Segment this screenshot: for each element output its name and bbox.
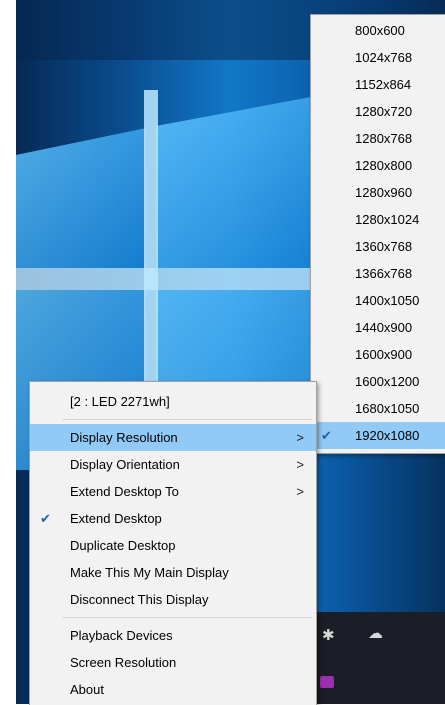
- resolution-option[interactable]: 800x600: [311, 17, 445, 44]
- menu-item-extend-desktop-to[interactable]: Extend Desktop To >: [30, 478, 316, 505]
- resolution-submenu: 800x600 1024x768 1152x864 1280x720 1280x768 1…: [310, 14, 445, 454]
- resolution-option-label: 1366x768: [355, 266, 413, 281]
- menu-item-about[interactable]: About: [30, 676, 316, 703]
- resolution-option[interactable]: 1360x768: [311, 233, 445, 260]
- checkmark-icon: ✔: [40, 511, 51, 526]
- menu-item-screen-resolution[interactable]: Screen Resolution: [30, 649, 316, 676]
- resolution-option-label: 1600x900: [355, 347, 413, 362]
- chevron-right-icon: >: [296, 457, 304, 472]
- resolution-option[interactable]: ✔ 1920x1080: [311, 422, 445, 449]
- checkmark-icon: ✔: [321, 428, 332, 443]
- menu-item-make-main-display[interactable]: Make This My Main Display: [30, 559, 316, 586]
- menu-item-label: Disconnect This Display: [70, 592, 209, 607]
- resolution-option-label: 1400x1050: [355, 293, 420, 308]
- display-header-label: [2 : LED 2271wh]: [70, 394, 170, 409]
- resolution-option-label: 1360x768: [355, 239, 413, 254]
- bluetooth-icon[interactable]: ✱: [322, 626, 335, 644]
- menu-item-playback-devices[interactable]: Playback Devices: [30, 622, 316, 649]
- usb-device-icon[interactable]: [320, 676, 334, 688]
- onedrive-cloud-icon[interactable]: ☁: [368, 624, 383, 642]
- resolution-option[interactable]: 1680x1050: [311, 395, 445, 422]
- resolution-option[interactable]: 1024x768: [311, 44, 445, 71]
- display-context-menu: [2 : LED 2271wh] Display Resolution > Di…: [29, 381, 317, 705]
- resolution-option-label: 1280x800: [355, 158, 413, 173]
- resolution-option-label: 1280x1024: [355, 212, 420, 227]
- menu-item-label: Display Resolution: [70, 430, 178, 445]
- menu-item-extend-desktop[interactable]: ✔ Extend Desktop: [30, 505, 316, 532]
- resolution-option-label: 1280x960: [355, 185, 413, 200]
- chevron-right-icon: >: [296, 430, 304, 445]
- menu-item-label: Playback Devices: [70, 628, 173, 643]
- menu-item-label: Screen Resolution: [70, 655, 177, 670]
- resolution-option[interactable]: 1280x800: [311, 152, 445, 179]
- resolution-option-label: 1600x1200: [355, 374, 420, 389]
- menu-item-label: Display Orientation: [70, 457, 180, 472]
- resolution-option[interactable]: 1280x768: [311, 125, 445, 152]
- resolution-option[interactable]: 1280x960: [311, 179, 445, 206]
- resolution-option[interactable]: 1366x768: [311, 260, 445, 287]
- resolution-option-label: 1152x864: [355, 77, 412, 92]
- resolution-option[interactable]: 1600x900: [311, 341, 445, 368]
- menu-item-display-resolution[interactable]: Display Resolution >: [30, 424, 316, 451]
- menu-item-label: Duplicate Desktop: [70, 538, 176, 553]
- menu-item-disconnect-display[interactable]: Disconnect This Display: [30, 586, 316, 613]
- taskbar-tray: ✱ ☁: [316, 612, 445, 704]
- resolution-option-label: 1440x900: [355, 320, 413, 335]
- menu-item-duplicate-desktop[interactable]: Duplicate Desktop: [30, 532, 316, 559]
- resolution-option[interactable]: 1280x720: [311, 98, 445, 125]
- resolution-option-label: 1680x1050: [355, 401, 420, 416]
- resolution-option-label: 1280x720: [355, 104, 413, 119]
- resolution-option[interactable]: 1280x1024: [311, 206, 445, 233]
- chevron-right-icon: >: [296, 484, 304, 499]
- resolution-option-label: 1920x1080: [355, 428, 420, 443]
- menu-separator: [62, 419, 312, 420]
- menu-item-display-orientation[interactable]: Display Orientation >: [30, 451, 316, 478]
- menu-item-label: About: [70, 682, 104, 697]
- resolution-option-label: 800x600: [355, 23, 405, 38]
- menu-separator: [62, 617, 312, 618]
- resolution-option[interactable]: 1400x1050: [311, 287, 445, 314]
- display-header: [2 : LED 2271wh]: [30, 388, 316, 415]
- menu-item-label: Make This My Main Display: [70, 565, 229, 580]
- resolution-option-label: 1280x768: [355, 131, 413, 146]
- menu-item-label: Extend Desktop: [70, 511, 162, 526]
- resolution-option[interactable]: 1152x864: [311, 71, 445, 98]
- resolution-option-label: 1024x768: [355, 50, 413, 65]
- menu-item-label: Extend Desktop To: [70, 484, 179, 499]
- resolution-option[interactable]: 1600x1200: [311, 368, 445, 395]
- resolution-option[interactable]: 1440x900: [311, 314, 445, 341]
